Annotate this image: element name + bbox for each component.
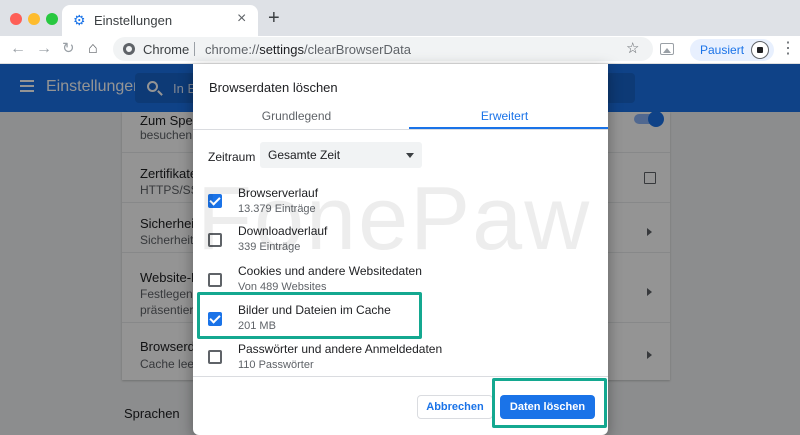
option-title: Passwörter und andere Anmeldedaten: [238, 342, 443, 356]
browser-toolbar: ← → ↻ ⌂ Chrome chrome://settings/clearBr…: [0, 36, 800, 64]
profile-button[interactable]: Pausiert: [690, 39, 774, 61]
tab-settings[interactable]: ⚙ Einstellungen ×: [62, 5, 258, 36]
home-icon[interactable]: ⌂: [88, 40, 98, 58]
checkbox-passwords[interactable]: [208, 350, 222, 364]
avatar: [751, 41, 769, 59]
profile-status: Pausiert: [700, 43, 745, 57]
option-subtitle: 110 Passwörter: [238, 359, 314, 371]
gear-icon: ⚙: [73, 12, 86, 28]
dialog-footer-divider: [193, 376, 608, 377]
chevron-down-icon: [406, 153, 414, 158]
cancel-button[interactable]: Abbrechen: [417, 395, 493, 419]
time-range-label: Zeitraum: [208, 150, 256, 164]
url-host: settings: [259, 42, 304, 57]
bookmark-star-icon[interactable]: ☆: [626, 40, 639, 58]
highlight-box-cache-option: [197, 292, 422, 339]
tab-strip: ⚙ Einstellungen × +: [0, 0, 800, 36]
time-range-select[interactable]: Gesamte Zeit: [260, 142, 422, 168]
tab-basic[interactable]: Grundlegend: [193, 109, 400, 123]
address-bar[interactable]: Chrome chrome://settings/clearBrowserDat…: [113, 37, 653, 61]
reload-icon[interactable]: ↻: [62, 40, 75, 58]
minimize-window-button[interactable]: [28, 13, 40, 25]
option-passwords[interactable]: Passwörter und andere Anmeldedaten 110 P…: [193, 340, 608, 380]
tab-divider: [193, 129, 608, 130]
highlight-box-clear-button: [492, 378, 607, 428]
close-window-button[interactable]: [10, 13, 22, 25]
omnibox-scheme: Chrome: [143, 42, 190, 57]
tab-title: Einstellungen: [94, 13, 173, 28]
back-arrow-icon[interactable]: ←: [10, 40, 26, 58]
close-icon[interactable]: ×: [237, 11, 246, 27]
new-tab-button[interactable]: +: [268, 8, 280, 28]
forward-arrow-icon[interactable]: →: [36, 40, 52, 58]
tab-advanced[interactable]: Erweitert: [401, 109, 608, 123]
image-icon[interactable]: [660, 43, 674, 55]
time-range-value: Gesamte Zeit: [268, 148, 341, 162]
watermark: FonePaw: [197, 169, 592, 269]
checkbox-cookies[interactable]: [208, 273, 222, 287]
menu-icon[interactable]: ⋮: [780, 40, 796, 58]
url-prefix: chrome://: [205, 42, 260, 57]
chrome-site-icon: [123, 43, 135, 55]
url-text: chrome://settings/clearBrowserData: [205, 42, 411, 57]
maximize-window-button[interactable]: [46, 13, 58, 25]
url-path: /clearBrowserData: [304, 42, 411, 57]
dialog-title: Browserdaten löschen: [209, 80, 338, 95]
omnibox-separator: [194, 42, 195, 56]
